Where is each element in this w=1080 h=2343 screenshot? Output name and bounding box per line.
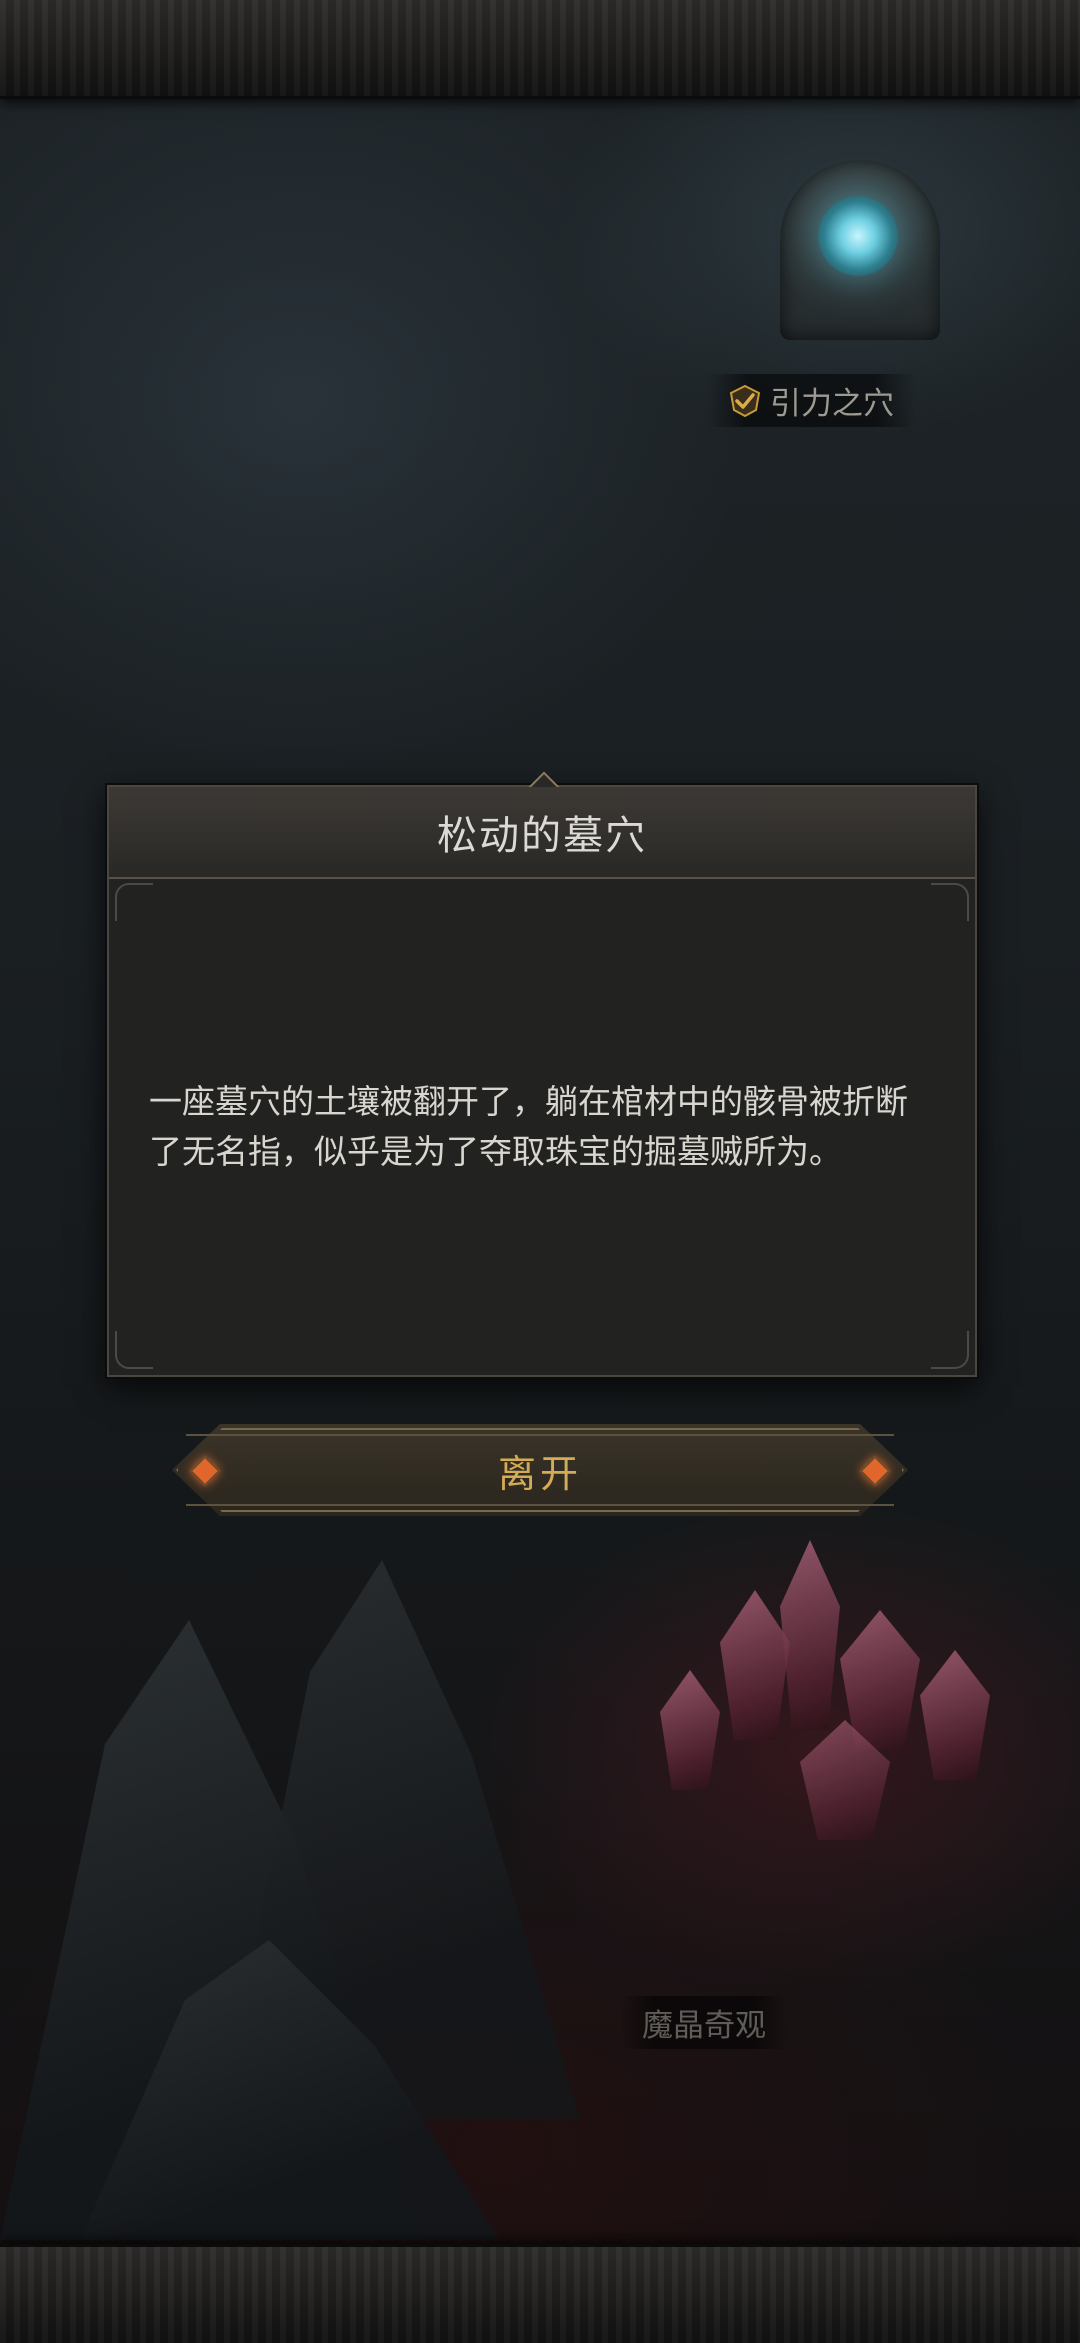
dialog-body-text: 一座墓穴的土壤被翻开了，躺在棺材中的骸骨被折断了无名指，似乎是为了夺取珠宝的掘墓… [149,1082,908,1171]
dialog-title: 松动的墓穴 [437,813,647,859]
corner-ornament [115,1331,153,1369]
dialog-header: 松动的墓穴 [109,787,975,879]
rock-formation [0,1520,700,2240]
location-label-crystal-wonder[interactable]: 魔晶奇观 [620,1996,788,2049]
event-dialog: 松动的墓穴 一座墓穴的土壤被翻开了，躺在棺材中的骸骨被折断了无名指，似乎是为了夺… [107,771,977,1377]
corner-ornament [931,883,969,921]
corner-ornament [115,883,153,921]
bottom-frame-border [0,2244,1080,2343]
location-label-gravity-hole[interactable]: 引力之穴 [706,374,916,427]
corner-ornament [931,1331,969,1369]
gravity-hole-portal[interactable] [780,160,940,340]
location-name: 引力之穴 [770,386,894,422]
leave-button[interactable]: 离开 [172,1424,908,1516]
check-shield-icon [728,384,762,418]
crystal-cluster [600,1520,1040,1900]
location-name: 魔晶奇观 [642,2008,766,2044]
leave-button-label: 离开 [497,1451,582,1496]
portal-swirl-icon [818,196,898,276]
top-frame-border [0,0,1080,99]
